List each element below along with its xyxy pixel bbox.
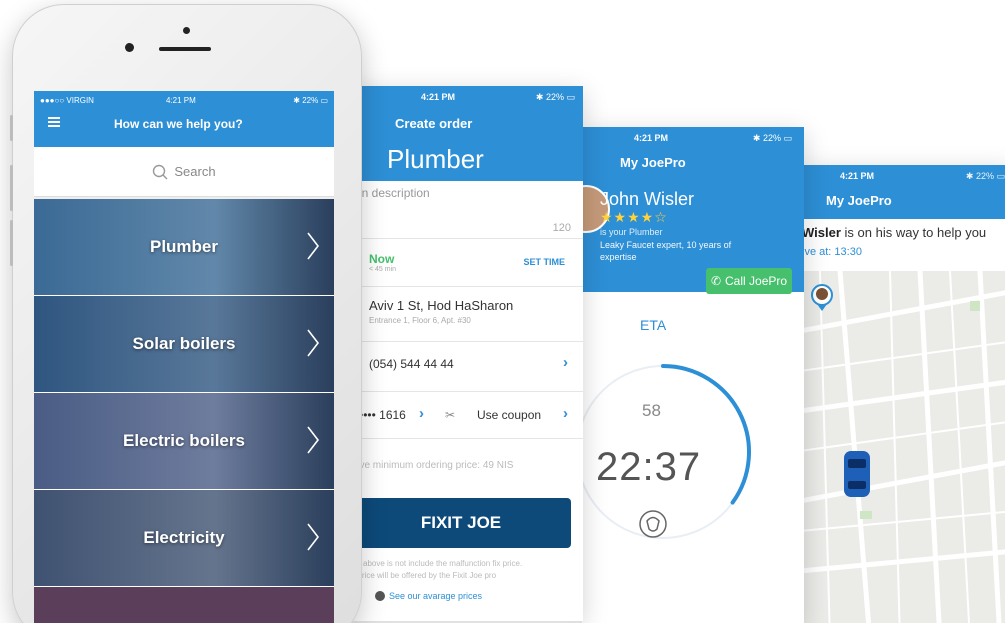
status-battery: ✱ 22% ▭	[535, 92, 575, 102]
status-message: Wisler is on his way to help you	[802, 225, 987, 240]
average-prices-link[interactable]: See our avarage prices	[375, 591, 482, 601]
divider	[345, 438, 583, 439]
divider	[345, 286, 583, 287]
eta-label: ETA	[640, 317, 667, 333]
fixit-joe-button[interactable]: FIXIT JOE	[351, 498, 571, 548]
call-button[interactable]: ✆ Call JoePro	[706, 268, 792, 294]
status-time: 4:21 PM	[166, 96, 196, 105]
carrier: ●●●○○ VIRGIN	[40, 96, 94, 105]
phone-field[interactable]: (054) 544 44 44	[369, 357, 454, 371]
eta-seconds: 58	[642, 401, 661, 420]
category-tile[interactable]: Solar boilers	[34, 296, 334, 393]
phone-frame: ●●●○○ VIRGIN 4:21 PM ✱ 22% ▭ How can we …	[10, 4, 362, 623]
divider	[345, 341, 583, 342]
rating-stars: ★★★★☆	[600, 209, 668, 225]
page-title: Create order	[395, 116, 473, 131]
address-detail: Entrance 1, Floor 6, Apt. #30	[369, 316, 471, 325]
min-price-note: prove minimum ordering price: 49 NIS	[345, 460, 514, 471]
speaker	[159, 47, 211, 51]
category-list: Plumber Solar boilers Electric boilers Elec…	[34, 199, 334, 587]
search-area: Search	[34, 147, 334, 199]
car-icon	[844, 451, 870, 497]
when-sub: < 45 min	[369, 266, 397, 273]
plumber-icon	[639, 510, 667, 538]
set-time-button[interactable]: SET TIME	[523, 257, 565, 267]
category-label: Plumber	[149, 237, 219, 256]
category-label: Electricity	[143, 528, 225, 547]
status-time: 4:21 PM	[634, 133, 669, 143]
home-screen: ●●●○○ VIRGIN 4:21 PM ✱ 22% ▭ How can we …	[34, 91, 334, 623]
front-camera	[125, 43, 134, 52]
description-field[interactable]: on description	[355, 186, 430, 200]
price-note-1: above is not include the malfunction fix…	[363, 559, 523, 568]
chevron-right-icon[interactable]: ›	[419, 405, 424, 422]
chevron-right-icon[interactable]: ›	[563, 354, 568, 371]
category-tile[interactable]: Electric boilers	[34, 393, 334, 490]
when-value: Now	[369, 252, 395, 266]
map-screen: 4:21 PM ✱ 22% ▭ My JoePro Wisler is on h…	[800, 165, 1005, 623]
category-label: Electric boilers	[123, 431, 245, 450]
pro-role: is your Plumber	[600, 227, 663, 237]
address-line[interactable]: Aviv 1 St, Hod HaSharon	[369, 298, 513, 313]
chevron-right-icon	[307, 232, 320, 260]
category-tile[interactable]: Electricity	[34, 490, 334, 587]
category-tile[interactable]: Plumber	[34, 199, 334, 296]
service-name: Plumber	[387, 144, 484, 174]
arrival-time: ive at: 13:30	[802, 246, 862, 258]
page-title: My JoePro	[826, 193, 892, 208]
category-label: Solar boilers	[132, 334, 236, 353]
chevron-right-icon[interactable]: ›	[563, 405, 568, 422]
chevron-right-icon	[307, 523, 320, 551]
eta-countdown: 22:37	[596, 445, 702, 489]
divider	[345, 238, 583, 239]
search-icon	[153, 164, 168, 179]
divider	[345, 391, 583, 392]
coupon-icon: ✂	[445, 408, 456, 422]
search-input[interactable]: Search	[34, 147, 334, 197]
pro-bio: Leaky Faucet expert, 10 years of experti…	[600, 240, 732, 262]
menu-icon[interactable]	[48, 117, 60, 127]
eta-screen: 4:21 PM ✱ 22% ▭ My JoePro John Wisler ★★…	[582, 127, 804, 623]
chevron-right-icon	[307, 426, 320, 454]
page-title: How can we help you?	[114, 117, 243, 131]
order-header: ≋ 4:21 PM ✱ 22% ▭ Create order Plumber	[345, 86, 583, 181]
status-time: 4:21 PM	[840, 171, 875, 181]
map-view[interactable]	[800, 271, 1005, 623]
char-count: 120	[552, 222, 571, 234]
category-tile-partial[interactable]	[34, 587, 334, 623]
coupon-button[interactable]: Use coupon	[477, 408, 541, 422]
create-order-screen: ≋ 4:21 PM ✱ 22% ▭ Create order Plumber o…	[345, 86, 583, 621]
home-header: ●●●○○ VIRGIN 4:21 PM ✱ 22% ▭ How can we …	[34, 91, 334, 147]
phone-icon: ✆	[710, 274, 722, 288]
payment-card[interactable]: •••• 1616	[359, 408, 406, 422]
status-battery: ✱ 22% ▭	[752, 133, 792, 143]
status-time: 4:21 PM	[421, 92, 456, 102]
page-title: My JoePro	[620, 155, 686, 170]
phone-side-button	[10, 115, 13, 141]
info-icon	[375, 591, 385, 601]
phone-side-button	[10, 165, 13, 211]
camera-dot	[183, 27, 190, 34]
price-note-2: al price will be offered by the Fixit Jo…	[349, 571, 497, 580]
phone-side-button	[10, 220, 13, 266]
status-battery: ✱ 22% ▭	[293, 96, 328, 105]
pro-name: John Wisler	[600, 189, 695, 209]
status-banner: Wisler is on his way to help you ive at:…	[800, 219, 1005, 271]
chevron-right-icon	[307, 329, 320, 357]
status-battery: ✱ 22% ▭	[965, 171, 1005, 181]
